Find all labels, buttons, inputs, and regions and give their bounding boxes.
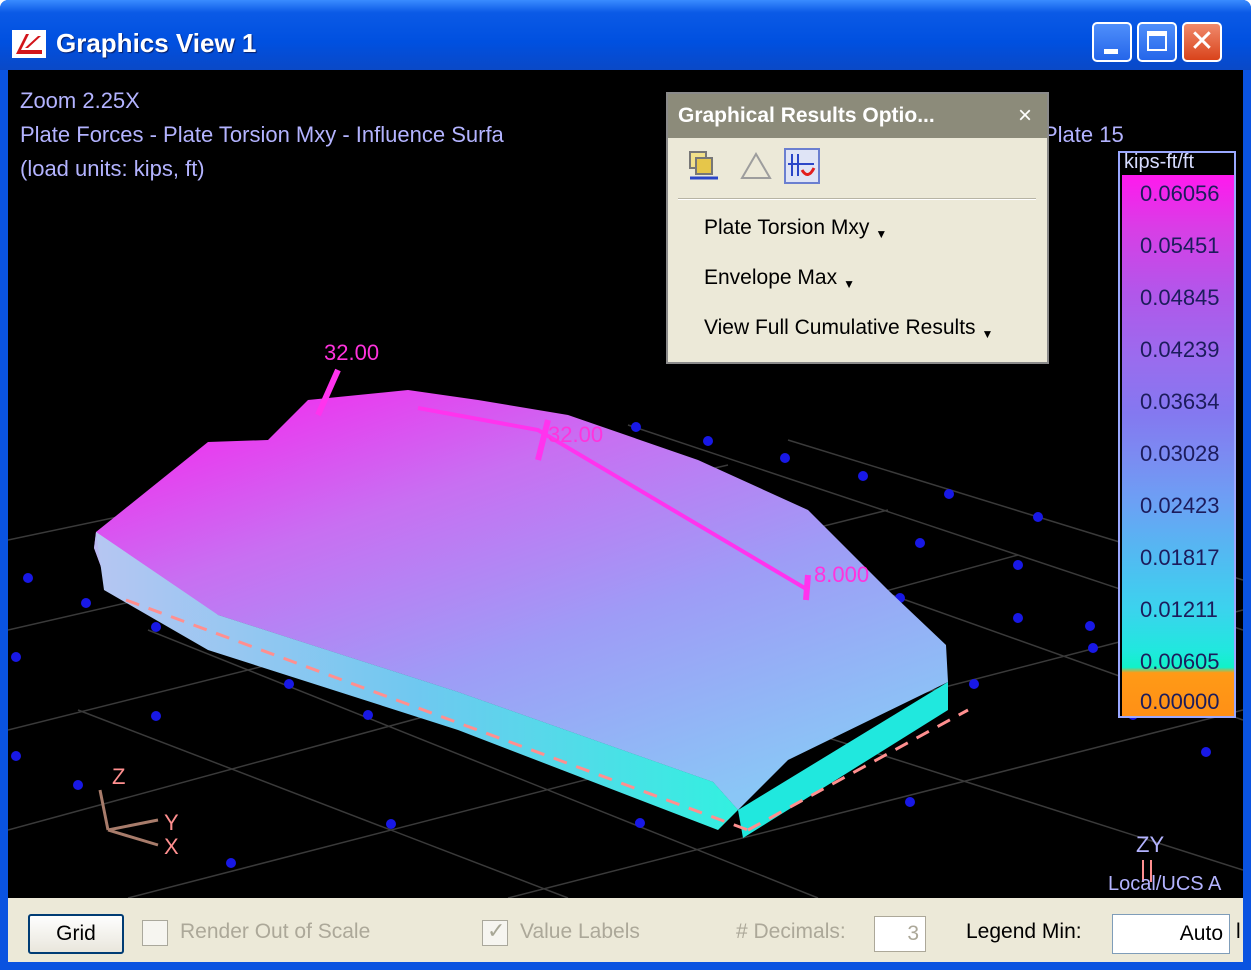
- graphics-viewport[interactable]: Z Y X ZY Local/UCS A Zoom 2.25X Plate Fo…: [8, 70, 1243, 898]
- window-title: Graphics View 1: [56, 28, 257, 58]
- warning-triangle-icon[interactable]: [738, 148, 774, 184]
- value-label-2: 32.00: [548, 422, 604, 447]
- coord-system-label: Local/UCS A: [1108, 873, 1222, 895]
- legend-value: 0.04845: [1140, 285, 1220, 310]
- legend-value: 0.03028: [1140, 441, 1220, 466]
- legend-value: 0.04239: [1140, 337, 1220, 362]
- legend-value: 0.03634: [1140, 389, 1220, 414]
- influence-surface: [94, 368, 969, 838]
- decimals-label: # Decimals:: [736, 920, 846, 943]
- dialog-separator: [678, 198, 1036, 200]
- dialog-title-bar[interactable]: Graphical Results Optio... ×: [668, 94, 1047, 138]
- dropdown-arrow-icon: ▼: [981, 327, 994, 341]
- dialog-title: Graphical Results Optio...: [678, 104, 935, 127]
- value-label-3: 8.000: [814, 562, 870, 587]
- color-legend: kips-ft/ft 0.06056 0.05451 0.04845 0.042…: [1118, 151, 1236, 718]
- legend-value: 0.01211: [1140, 597, 1218, 622]
- maximize-icon: [1147, 31, 1167, 51]
- legend-value: 0.05451: [1140, 233, 1220, 258]
- app-logo-icon: [12, 30, 46, 58]
- load-units-label: (load units: kips, ft): [20, 156, 205, 181]
- close-icon: ✕: [1189, 25, 1215, 58]
- axis-y-label: Y: [164, 810, 179, 835]
- axis-x-label: X: [164, 834, 179, 859]
- maximize-button[interactable]: [1137, 22, 1177, 62]
- minimize-icon: [1104, 49, 1118, 54]
- value-labels-label: Value Labels: [520, 920, 640, 943]
- view-mode-dropdown[interactable]: View Full Cumulative Results ▼: [704, 316, 993, 341]
- value-label-1: 32.00: [324, 340, 380, 365]
- envelope-label: Envelope Max: [704, 266, 838, 289]
- legend-color-bar: 0.06056 0.05451 0.04845 0.04239 0.03634 …: [1122, 175, 1234, 716]
- truncated-label: l: [1236, 920, 1241, 943]
- corner-axes-label: ZY: [1136, 832, 1164, 857]
- render-out-of-scale-checkbox[interactable]: [142, 920, 168, 946]
- render-out-of-scale-label: Render Out of Scale: [180, 920, 371, 943]
- graphical-results-options-dialog: Graphical Results Optio... × Plate Torsi…: [666, 92, 1049, 364]
- legend-value: 0.06056: [1140, 181, 1220, 206]
- zoom-label: Zoom 2.25X: [20, 88, 140, 113]
- legend-value: 0.00000: [1140, 689, 1220, 714]
- dropdown-arrow-icon: ▼: [875, 227, 888, 241]
- grid-button[interactable]: Grid: [28, 914, 124, 954]
- copy-results-icon[interactable]: [686, 148, 722, 184]
- legend-min-input[interactable]: Auto: [1112, 914, 1230, 954]
- result-title-suffix: Plate 15: [1043, 122, 1124, 147]
- graphics-toolbar: Grid Render Out of Scale ✓ Value Labels …: [8, 898, 1243, 962]
- result-type-label: Plate Torsion Mxy: [704, 216, 870, 239]
- 3d-scene[interactable]: Z Y X ZY Local/UCS A: [8, 70, 1243, 898]
- decimals-input[interactable]: 3: [874, 916, 926, 952]
- axis-z-label: Z: [112, 764, 125, 789]
- result-type-dropdown[interactable]: Plate Torsion Mxy ▼: [704, 216, 887, 241]
- dropdown-arrow-icon: ▼: [843, 277, 855, 291]
- legend-value: 0.02423: [1140, 493, 1220, 518]
- value-labels-checkbox[interactable]: ✓: [482, 918, 508, 946]
- influence-flag-icon[interactable]: [784, 148, 820, 184]
- view-mode-label: View Full Cumulative Results: [704, 316, 976, 339]
- legend-value: 0.00605: [1140, 649, 1220, 674]
- dialog-close-button[interactable]: ×: [1018, 102, 1032, 130]
- graphics-view-window: Graphics View 1 ✕ Z Y X ZY Local/UCS A Z…: [0, 0, 1251, 970]
- title-bar[interactable]: Graphics View 1 ✕: [0, 0, 1251, 70]
- checkmark-icon: ✓: [487, 918, 506, 943]
- minimize-button[interactable]: [1092, 22, 1132, 62]
- legend-title: kips-ft/ft: [1124, 151, 1195, 173]
- legend-value: 0.01817: [1140, 545, 1220, 570]
- envelope-dropdown[interactable]: Envelope Max ▼: [704, 266, 855, 291]
- legend-min-label: Legend Min:: [966, 920, 1082, 943]
- result-title: Plate Forces - Plate Torsion Mxy - Influ…: [20, 122, 504, 147]
- close-button[interactable]: ✕: [1182, 22, 1222, 62]
